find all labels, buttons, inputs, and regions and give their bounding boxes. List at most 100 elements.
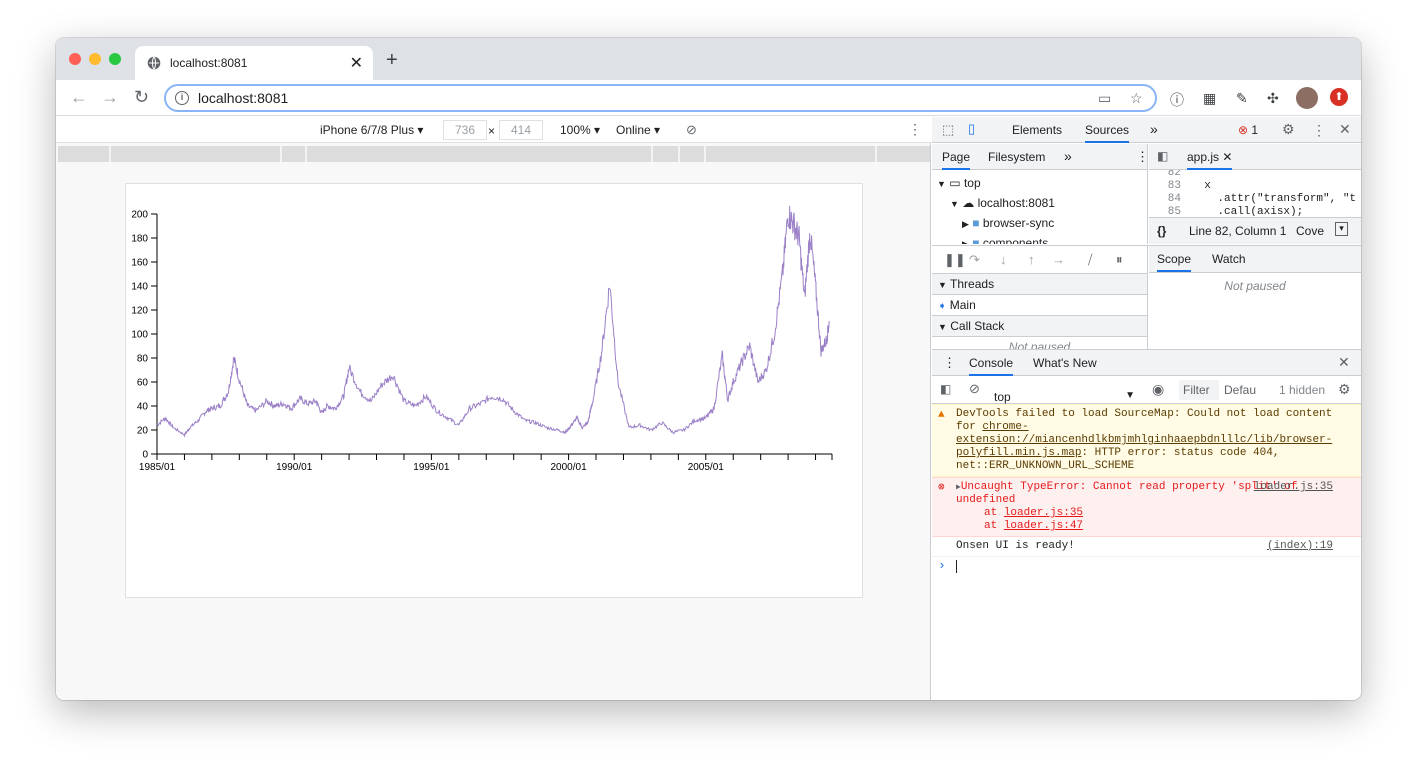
drawer-menu-icon[interactable]: ⋮ xyxy=(943,355,956,371)
close-devtools-icon[interactable]: ✕ xyxy=(1339,121,1351,138)
console-input-caret[interactable] xyxy=(956,560,957,573)
network-throttle-select[interactable]: Online ▾ xyxy=(616,123,660,137)
rotate-icon[interactable]: ⊘ xyxy=(686,122,697,138)
reload-icon[interactable]: ↻ xyxy=(134,88,149,106)
y-tick-label: 200 xyxy=(131,210,148,221)
step-over-icon[interactable]: ↷ xyxy=(969,252,980,268)
stack-link-2[interactable]: loader.js:47 xyxy=(1004,520,1083,532)
folder-icon: ■ xyxy=(972,216,980,230)
media-query-bar[interactable] xyxy=(58,146,930,162)
y-tick-label: 100 xyxy=(131,330,148,341)
update-icon[interactable]: ⬆ xyxy=(1330,88,1348,106)
pause-exceptions-icon[interactable]: ⏸ xyxy=(1116,252,1123,268)
console-drawer: ⋮ Console What's New ✕ ◧ ⊘ top ▼ ◉ Filter… xyxy=(932,349,1361,700)
zoom-window-button[interactable] xyxy=(109,53,121,65)
device-toggle-icon[interactable]: ▯ xyxy=(968,121,975,137)
threads-header[interactable]: ▼ Threads xyxy=(932,274,1147,295)
profile-avatar[interactable] xyxy=(1296,87,1318,109)
tree-item-browser-sync[interactable]: ▶ ■ browser-sync xyxy=(962,213,1054,233)
thread-main[interactable]: ➧ Main xyxy=(932,295,1147,316)
new-tab-button[interactable]: + xyxy=(386,50,398,70)
site-info-icon[interactable]: i xyxy=(175,91,189,105)
clear-console-icon[interactable]: ⊘ xyxy=(969,381,980,397)
tab-whats-new[interactable]: What's New xyxy=(1033,356,1097,370)
device-height-input[interactable]: 414 xyxy=(499,120,543,140)
devtools-menu-icon[interactable]: ⋮ xyxy=(1312,122,1326,139)
toggle-navigator-icon[interactable]: ◧ xyxy=(1157,149,1168,163)
browser-window: localhost:8081 ✕ + ← → ↻ i localhost:808… xyxy=(56,38,1361,700)
extensions-puzzle-icon[interactable]: ✣ xyxy=(1267,90,1279,107)
settings-gear-icon[interactable]: ⚙ xyxy=(1282,121,1295,138)
tab-console[interactable]: Console xyxy=(969,356,1014,376)
step-icon[interactable]: → xyxy=(1052,252,1065,267)
callstack-header[interactable]: ▼ Call Stack xyxy=(932,316,1147,337)
console-error-message[interactable]: ⊗ ▶Uncaught TypeError: Cannot read prope… xyxy=(932,477,1361,537)
console-filter-input[interactable]: Filter xyxy=(1179,380,1219,400)
qr-code-icon[interactable]: ▦ xyxy=(1203,90,1216,107)
console-sidebar-icon[interactable]: ◧ xyxy=(940,382,951,396)
forward-arrow-icon[interactable]: → xyxy=(101,88,119,106)
console-info-message[interactable]: Onsen UI is ready! (index):19 xyxy=(932,537,1361,557)
error-source-link[interactable]: loader.js:35 xyxy=(1254,481,1333,494)
browser-toolbar: ← → ↻ i localhost:8081 ▭ ☆ ⓘ ▦ ✎ ✣ ⬆ xyxy=(56,80,1361,116)
pause-icon[interactable]: ❚❚ xyxy=(944,252,966,268)
y-tick-label: 40 xyxy=(137,402,149,413)
step-into-icon[interactable]: ↓ xyxy=(1000,252,1007,267)
console-warning-message[interactable]: ▲ DevTools failed to load SourceMap: Cou… xyxy=(932,404,1361,477)
browser-tab[interactable]: localhost:8081 ✕ xyxy=(135,46,373,80)
console-prompt[interactable]: › xyxy=(932,557,1361,581)
bookmark-star-icon[interactable]: ☆ xyxy=(1130,90,1143,107)
more-options-icon[interactable]: ⋮ xyxy=(908,121,922,138)
tab-close-icon[interactable]: ✕ xyxy=(350,53,363,73)
inspect-element-icon[interactable]: ⬚ xyxy=(942,122,954,138)
navigator-menu-icon[interactable]: ⋮ xyxy=(1136,149,1149,165)
editor-tab-app-js[interactable]: app.js ✕ xyxy=(1187,150,1233,170)
dimension-times: × xyxy=(488,124,496,138)
tab-scope[interactable]: Scope xyxy=(1157,252,1192,272)
tab-watch[interactable]: Watch xyxy=(1212,252,1246,266)
error-count-badge[interactable]: ⊗ 1 xyxy=(1238,123,1258,137)
editor-status-bar: {} Line 82, Column 1 Cove ▾ xyxy=(1149,217,1361,244)
extension-1password-icon[interactable]: ⓘ xyxy=(1170,90,1184,110)
minimize-window-button[interactable] xyxy=(89,53,101,65)
step-out-icon[interactable]: ↑ xyxy=(1028,252,1035,267)
console-settings-icon[interactable]: ⚙ xyxy=(1338,381,1351,398)
tree-item-top[interactable]: ▼ ▭ top xyxy=(937,173,981,193)
pretty-print-icon[interactable]: {} xyxy=(1157,224,1166,238)
y-tick-label: 0 xyxy=(142,450,148,461)
eyedropper-extension-icon[interactable]: ✎ xyxy=(1236,90,1248,107)
x-tick-label: 1990/01 xyxy=(276,462,313,473)
deactivate-breakpoints-icon[interactable]: ⧸ xyxy=(1088,252,1092,268)
globe-icon xyxy=(147,56,161,70)
tree-item-components[interactable]: ▶ ■ components xyxy=(962,233,1048,244)
device-width-input[interactable]: 736 xyxy=(443,120,487,140)
close-file-icon[interactable]: ✕ xyxy=(1222,150,1232,164)
tab-filesystem[interactable]: Filesystem xyxy=(988,150,1045,164)
more-tabs-icon[interactable]: » xyxy=(1150,121,1158,137)
navigator-tabs: Page Filesystem » ⋮ xyxy=(932,144,1149,170)
close-drawer-icon[interactable]: ✕ xyxy=(1338,354,1350,371)
cast-icon[interactable]: ▭ xyxy=(1098,90,1111,107)
tab-page[interactable]: Page xyxy=(942,150,971,170)
more-nav-icon[interactable]: » xyxy=(1064,148,1072,164)
dropdown-icon[interactable]: ▾ xyxy=(1335,222,1348,236)
info-source-link[interactable]: (index):19 xyxy=(1267,540,1333,553)
zoom-select[interactable]: 100% ▾ xyxy=(560,123,600,137)
stack-link-1[interactable]: loader.js:35 xyxy=(1004,507,1083,519)
back-arrow-icon[interactable]: ← xyxy=(70,88,88,106)
tree-item-localhost[interactable]: ▼ ☁ localhost:8081 xyxy=(950,193,1055,213)
devtools-tabbar: ⬚ ▯ Elements Sources » ⊗ 1 ⚙ ⋮ ✕ xyxy=(932,117,1361,143)
device-select[interactable]: iPhone 6/7/8 Plus ▾ xyxy=(320,123,423,137)
debugger-sidebar: ❚❚ ↷ ↓ ↑ → ⧸ ⏸ ▼ Threads ➧ Main ▼ Call S… xyxy=(932,246,1148,350)
tab-title: localhost:8081 xyxy=(170,56,248,70)
tab-elements[interactable]: Elements xyxy=(1012,123,1062,137)
address-bar[interactable]: i localhost:8081 ▭ ☆ xyxy=(164,84,1157,112)
close-window-button[interactable] xyxy=(69,53,81,65)
scope-status: Not paused xyxy=(1224,279,1286,293)
coverage-label[interactable]: Cove xyxy=(1296,224,1324,238)
expand-triangle-icon: ▼ xyxy=(950,199,959,209)
tab-sources[interactable]: Sources xyxy=(1085,123,1130,143)
log-levels-select[interactable]: Defau xyxy=(1224,383,1256,397)
live-expression-eye-icon[interactable]: ◉ xyxy=(1152,381,1164,398)
code-view[interactable]: 82 83 x 84 .attr("transform", "t 85 .cal… xyxy=(1149,170,1361,216)
